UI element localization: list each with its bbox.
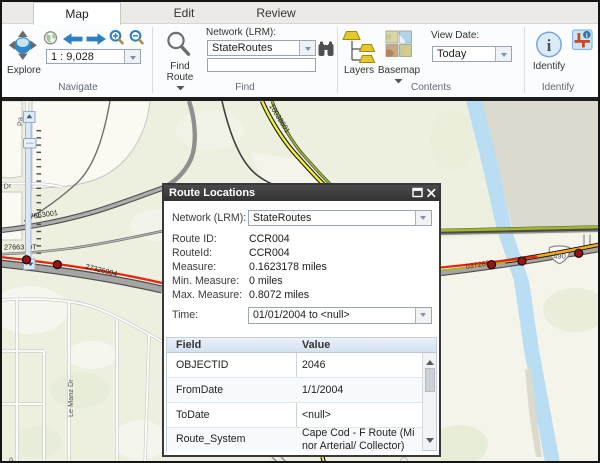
svg-text:490: 490 bbox=[553, 252, 566, 261]
svg-text:2766310T: 2766310T bbox=[4, 243, 37, 252]
svg-text:Le Manz Dr: Le Manz Dr bbox=[66, 379, 75, 417]
svg-text:i: i bbox=[586, 33, 588, 40]
svg-text:i: i bbox=[547, 36, 552, 55]
